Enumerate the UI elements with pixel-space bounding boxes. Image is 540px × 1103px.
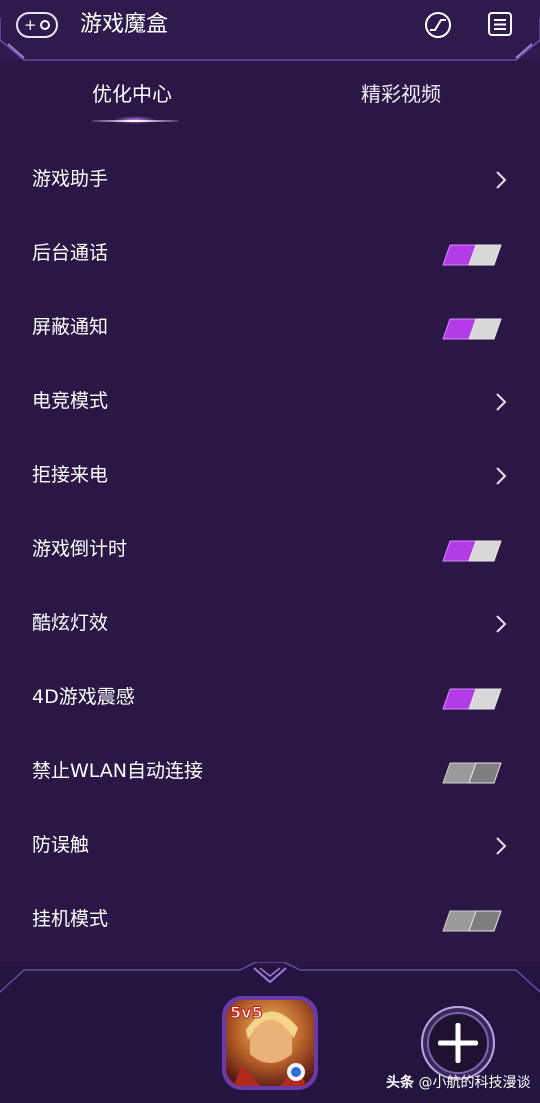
watermark-author: @小航的科技漫谈: [418, 1075, 531, 1091]
settings-row-label: 挂机模式: [32, 908, 109, 930]
settings-list: 游戏助手后台通话屏蔽通知电竞模式拒接来电游戏倒计时酷炫灯效 4D游戏震感禁止WLA…: [0, 143, 540, 957]
settings-row-label: 屏蔽通知: [32, 316, 109, 338]
chevron-right-icon[interactable]: [494, 613, 508, 635]
chevron-right-icon[interactable]: [494, 391, 508, 413]
speed-icon[interactable]: [424, 11, 452, 39]
chevron-right-icon[interactable]: [494, 835, 508, 857]
settings-row-label: 4D游戏震感: [32, 686, 135, 708]
toggle-switch-on[interactable]: [442, 244, 502, 266]
settings-row[interactable]: 游戏助手: [0, 143, 540, 217]
watermark-source: 头条: [386, 1075, 414, 1091]
add-game-button[interactable]: [420, 1005, 496, 1081]
settings-row[interactable]: 游戏倒计时: [0, 513, 540, 587]
chevron-right-icon[interactable]: [494, 169, 508, 191]
toggle-switch-off[interactable]: [442, 910, 502, 932]
settings-row[interactable]: 挂机模式: [0, 883, 540, 957]
toggle-switch-off[interactable]: [442, 762, 502, 784]
list-icon[interactable]: [487, 11, 513, 37]
settings-row-label: 拒接来电: [32, 464, 109, 486]
settings-row[interactable]: 拒接来电: [0, 439, 540, 513]
settings-row-label: 游戏助手: [32, 168, 109, 190]
toggle-switch-on[interactable]: [442, 688, 502, 710]
toggle-switch-on[interactable]: [442, 318, 502, 340]
settings-row-label: 后台通话: [32, 242, 109, 264]
watermark: 头条 @小航的科技漫谈: [386, 1073, 530, 1093]
tab-optimization-center[interactable]: 优化中心: [92, 80, 172, 108]
chevron-right-icon[interactable]: [494, 465, 508, 487]
settings-row-label: 游戏倒计时: [32, 538, 128, 560]
tab-bar: 优化中心 精彩视频: [0, 72, 540, 132]
settings-row[interactable]: 禁止WLAN自动连接: [0, 735, 540, 809]
app-title: 游戏魔盒: [80, 12, 169, 37]
settings-row[interactable]: 防误触: [0, 809, 540, 883]
tab-featured-videos[interactable]: 精彩视频: [361, 80, 441, 108]
gamepad-icon[interactable]: +: [16, 12, 58, 38]
tab-indicator: [92, 120, 178, 122]
settings-row[interactable]: 酷炫灯效: [0, 587, 540, 661]
settings-row[interactable]: 4D游戏震感: [0, 661, 540, 735]
settings-row[interactable]: 电竞模式: [0, 365, 540, 439]
settings-row[interactable]: 后台通话: [0, 217, 540, 291]
settings-row-label: 禁止WLAN自动连接: [32, 760, 204, 782]
toggle-switch-on[interactable]: [442, 540, 502, 562]
settings-row-label: 电竞模式: [32, 390, 109, 412]
settings-row-label: 酷炫灯效: [32, 612, 109, 634]
game-badge-label: 5v5: [230, 1003, 263, 1022]
settings-row[interactable]: 屏蔽通知: [0, 291, 540, 365]
game-app-icon[interactable]: 5v5: [220, 994, 320, 1092]
settings-row-label: 防误触: [32, 834, 90, 856]
